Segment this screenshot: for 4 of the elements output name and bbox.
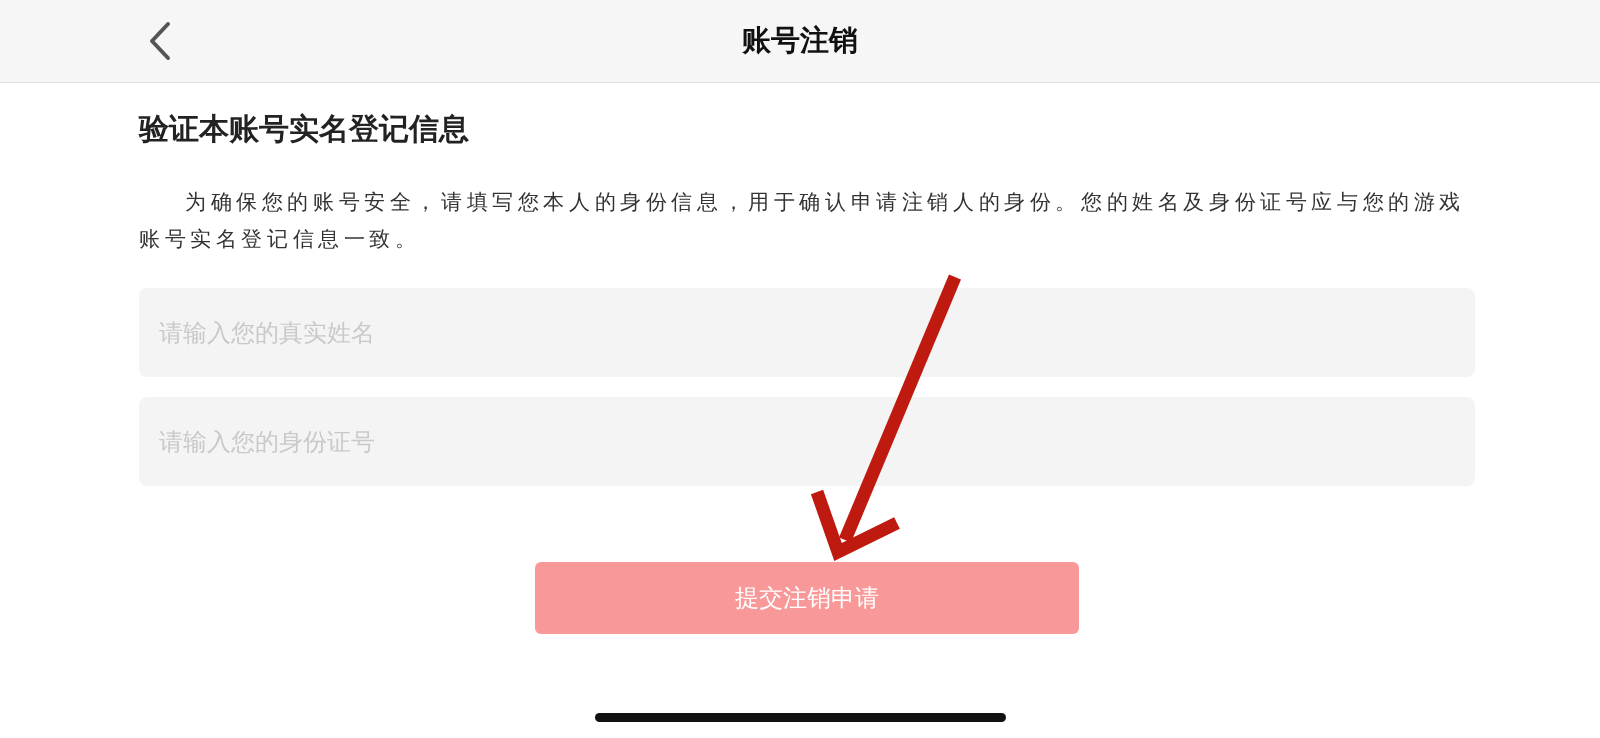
description-text: 为确保您的账号安全，请填写您本人的身份信息，用于确认申请注销人的身份。您的姓名及身份证号应与您的游戏账号实名登记信息一致。 — [139, 189, 1466, 253]
back-icon[interactable] — [148, 21, 172, 61]
page-title: 账号注销 — [742, 22, 858, 59]
section-heading: 验证本账号实名登记信息 — [139, 110, 470, 148]
